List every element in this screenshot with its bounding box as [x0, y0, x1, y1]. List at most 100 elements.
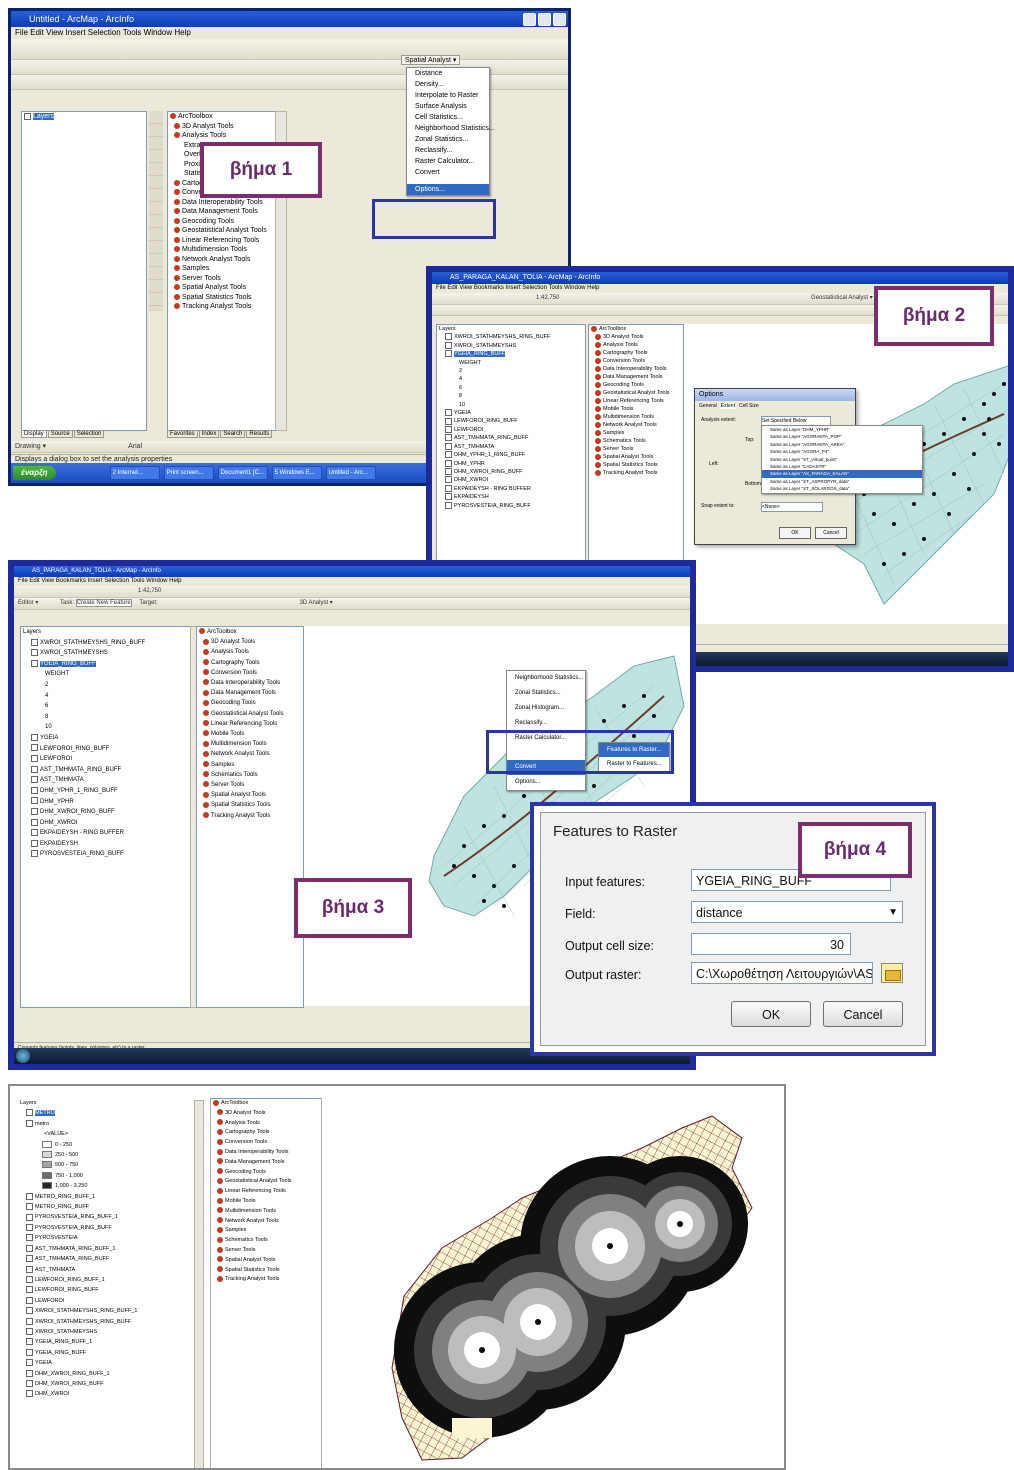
field-select[interactable]: distance ▼ [691, 901, 903, 923]
dropdown-option[interactable]: Same as Layer "ST_SOLARGOS_data" [762, 485, 922, 492]
toolbox-item[interactable]: Geocoding Tools [589, 381, 683, 389]
tab-results[interactable]: Results [246, 430, 273, 438]
checkbox[interactable] [26, 1296, 33, 1304]
checkbox[interactable] [26, 1203, 33, 1211]
layer-item[interactable]: DHM_XWROI [437, 476, 585, 484]
checkbox[interactable] [26, 1109, 33, 1117]
extent-dropdown-list[interactable]: Same as Layer "DHM_YPHR" Same as Layer "A… [761, 425, 923, 494]
toolbox-item[interactable]: Multidimension Tools [168, 245, 276, 255]
layer-item[interactable]: EKPAIDEYSH - RING BUFFER [437, 484, 585, 493]
checkbox[interactable] [26, 1348, 33, 1356]
toolbox-item[interactable]: Data Management Tools [211, 1158, 321, 1168]
toolbox-item[interactable]: Spatial Analyst Tools [211, 1256, 321, 1266]
checkbox[interactable] [445, 451, 452, 459]
toolbox-item[interactable]: 3D Analyst Tools [168, 122, 276, 132]
layer-item[interactable]: XWROI_STATHMEYSHS_RING_BUFF [437, 333, 585, 341]
tools-strip[interactable] [149, 111, 163, 311]
toolbox-item[interactable]: Server Tools [168, 274, 276, 284]
toolbar-row[interactable]: 1:42,750 [14, 586, 690, 598]
layer-item[interactable]: DHM_YPHR_1_RING_BUFF [21, 786, 191, 797]
checkbox[interactable] [26, 1286, 33, 1294]
toolbox-item[interactable]: Network Analyst Tools [197, 749, 303, 759]
toc-tabs[interactable]: Display Source Selection [21, 430, 105, 438]
toolbox-item[interactable]: Spatial Statistics Tools [589, 461, 683, 469]
layer-item[interactable]: LEWFOROI [18, 1296, 206, 1306]
toolbar-row[interactable] [11, 39, 568, 60]
toolbox-item[interactable]: Tracking Analyst Tools [197, 811, 303, 821]
checkbox[interactable] [26, 1119, 33, 1127]
layer-item[interactable]: DHM_YPHR [21, 797, 191, 808]
folder-open-icon[interactable] [881, 963, 903, 983]
toolbox-item[interactable]: Linear Referencing Tools [168, 236, 276, 246]
layer-item[interactable]: DHM_YPHR_1_RING_BUFF [437, 451, 585, 459]
toolbox-item[interactable]: 3D Analyst Tools [211, 1109, 321, 1119]
checkbox[interactable] [31, 755, 38, 763]
layer-item[interactable]: EKPAIDEYSH - RING BUFFER [21, 828, 191, 839]
toolbox-item[interactable]: Spatial Analyst Tools [197, 790, 303, 800]
checkbox[interactable] [26, 1244, 33, 1252]
menu-item[interactable]: Surface Analysis [407, 101, 489, 112]
layer-item[interactable]: PYROSVESTEIA_RING_BUFF [21, 849, 191, 860]
checkbox[interactable] [26, 1275, 33, 1283]
toolbox-item[interactable]: 3D Analyst Tools [589, 333, 683, 341]
layer-item[interactable]: DHM_XWROI_RING_BUFF [437, 467, 585, 476]
toolbar-row[interactable]: Editor ▾ Task: Create New Feature Target… [14, 598, 690, 610]
layer-item[interactable]: 8 [437, 392, 585, 400]
dropdown-option[interactable]: Same as Layer "AGORANTA_AREA" [762, 441, 922, 448]
cancel-button[interactable]: Cancel [815, 527, 847, 539]
menu-item[interactable]: Zonal Histogram... [507, 701, 585, 716]
layer-item[interactable]: LEWFOROI_RING_BUFF_1 [18, 1275, 206, 1285]
toolbox-item[interactable]: Linear Referencing Tools [197, 719, 303, 729]
toolbox-item[interactable]: Multidimension Tools [197, 739, 303, 749]
layer-item[interactable]: DHM_XWROI [18, 1389, 206, 1399]
toolbox-item[interactable]: Tracking Analyst Tools [168, 302, 276, 312]
toolbox-item[interactable]: Geocoding Tools [197, 698, 303, 708]
toolbox-item[interactable]: Spatial Statistics Tools [197, 800, 303, 810]
dropdown-option[interactable]: Same as Layer "CADASTR" [762, 463, 922, 470]
menu-item[interactable]: Neighborhood Statistics... [407, 123, 495, 134]
toolbox-item[interactable]: Network Analyst Tools [589, 421, 683, 429]
toolbox-item[interactable]: Cartography Tools [197, 658, 303, 668]
task-select[interactable]: Create New Feature [75, 599, 132, 607]
checkbox[interactable] [26, 1223, 33, 1231]
checkbox[interactable] [445, 476, 452, 484]
checkbox[interactable] [445, 425, 452, 433]
toolbox-item[interactable]: Cartography Tools [589, 349, 683, 357]
tab-favorites[interactable]: Favorites [167, 430, 198, 438]
layer-item[interactable]: PYROSVESTEIA_RING_BUFF [437, 501, 585, 510]
toolbox-item[interactable]: Spatial Analyst Tools [589, 453, 683, 461]
checkbox[interactable] [31, 733, 38, 741]
checkbox[interactable] [445, 417, 452, 425]
layer-item[interactable]: WEIGHT [437, 359, 585, 367]
checkbox[interactable] [31, 839, 38, 847]
layer-item[interactable]: PYROSVESTEIA [18, 1233, 206, 1243]
taskbar-item[interactable]: Untitled - Arc... [325, 466, 376, 480]
checkbox[interactable] [26, 1380, 33, 1388]
layer-item[interactable]: YGEIA_RING_BUFF [437, 350, 585, 358]
toolbox-item[interactable]: Geostatistical Analyst Tools [589, 389, 683, 397]
checkbox[interactable] [445, 467, 452, 475]
checkbox[interactable] [31, 765, 38, 773]
output-cell-size-field[interactable]: 30 [691, 933, 851, 955]
3d-analyst-menu[interactable]: 3D Analyst ▾ [299, 600, 332, 606]
menu-item[interactable]: Zonal Statistics... [507, 686, 585, 701]
checkbox[interactable] [445, 493, 452, 501]
menu-bar[interactable]: File Edit View Insert Selection Tools Wi… [11, 27, 568, 39]
layer-item[interactable]: METRO_RING_BUFF_1 [18, 1192, 206, 1202]
toolbox-root[interactable]: ArcToolbox [168, 112, 276, 122]
layer-item[interactable]: YGEIA_RING_BUFF [21, 659, 191, 670]
layer-item[interactable]: AST_TMHMATA [18, 1265, 206, 1275]
checkbox[interactable] [26, 1255, 33, 1263]
toolbox-item[interactable]: Mobile Tools [211, 1197, 321, 1207]
ok-button[interactable]: OK [731, 1001, 811, 1027]
layer-item[interactable]: DHM_XWROI_RING_BUFF [21, 807, 191, 818]
drawing-menu[interactable]: Drawing ▾ [15, 443, 46, 450]
geostatistical-analyst-menu[interactable]: Geostatistical Analyst ▾ [811, 295, 873, 301]
toolbox-item[interactable]: Tracking Analyst Tools [211, 1275, 321, 1285]
toolbox-item[interactable]: Data Interoperability Tools [589, 365, 683, 373]
toolbox-item[interactable]: Mobile Tools [197, 729, 303, 739]
toolbox-item[interactable]: Analysis Tools [211, 1119, 321, 1129]
layer-item[interactable]: 6 [437, 384, 585, 392]
layer-item[interactable]: PYROSVESTEIA_RING_BUFF_1 [18, 1212, 206, 1222]
toolbox-tabs[interactable]: Favorites Index Search Results [167, 430, 273, 438]
